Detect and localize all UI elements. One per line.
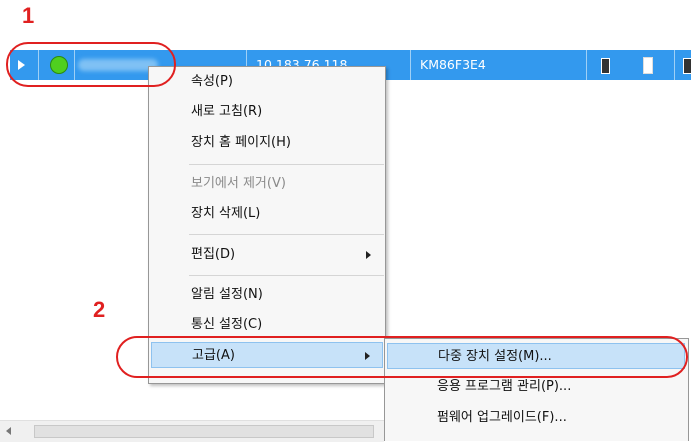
toner-level-icon <box>683 58 691 74</box>
scrollbar-thumb[interactable] <box>34 425 374 438</box>
waste-toner-level-icon <box>643 57 653 74</box>
menu-separator <box>189 164 384 165</box>
column-divider <box>410 50 411 80</box>
column-divider <box>586 50 587 80</box>
menu-item-device-home-page[interactable]: 장치 홈 페이지(H) <box>151 130 383 156</box>
menu-item-edit-label: 편집(D) <box>191 247 236 262</box>
horizontal-scrollbar[interactable] <box>0 420 384 442</box>
menu-item-communication-settings[interactable]: 통신 설정(C) <box>151 312 383 338</box>
menu-item-remove-from-view: 보기에서 제거(V) <box>191 176 286 191</box>
menu-item-edit[interactable]: 편집(D) <box>151 242 383 268</box>
menu-item-delete-device[interactable]: 장치 삭제(L) <box>151 201 383 227</box>
step-2-highlight-oval <box>116 336 688 378</box>
menu-item-firmware-upgrade[interactable]: 펌웨어 업그레이드(F)... <box>387 405 685 431</box>
step-2-callout: 2 <box>93 297 106 322</box>
menu-item-refresh[interactable]: 새로 고침(R) <box>151 99 383 125</box>
menu-separator <box>189 275 384 276</box>
step-1-callout: 1 <box>22 3 35 28</box>
column-divider <box>674 50 675 80</box>
submenu-arrow-icon <box>366 251 371 259</box>
black-toner-level-icon <box>601 58 610 74</box>
device-model: KM86F3E4 <box>420 57 486 72</box>
step-1-highlight-oval <box>6 42 176 87</box>
scroll-left-icon[interactable] <box>6 427 11 435</box>
menu-item-notification-settings[interactable]: 알림 설정(N) <box>151 282 383 308</box>
menu-separator <box>189 234 384 235</box>
menu-item-properties[interactable]: 속성(P) <box>151 69 383 95</box>
